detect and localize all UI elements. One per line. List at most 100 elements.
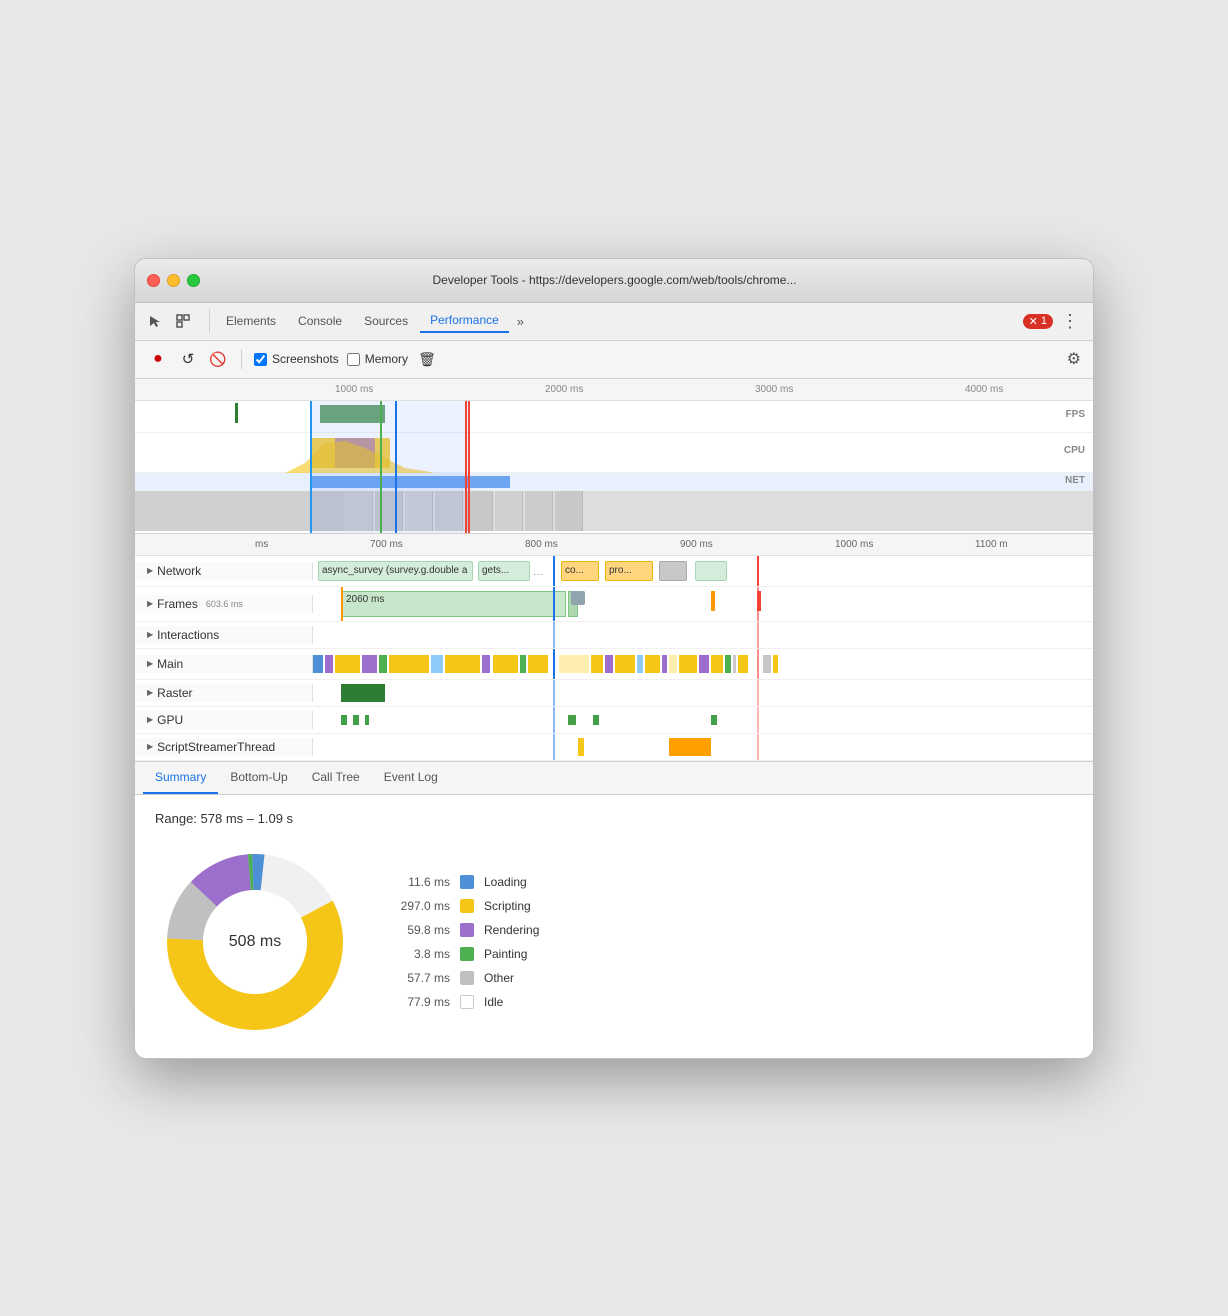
window-title: Developer Tools - https://developers.goo… bbox=[148, 273, 1081, 287]
gpu-bar-5 bbox=[593, 715, 599, 725]
raster-expand-icon: ▶ bbox=[147, 688, 153, 697]
legend-loading-label: Loading bbox=[484, 875, 527, 889]
raster-track-row: ▶ Raster bbox=[135, 680, 1093, 707]
screenshots-label: Screenshots bbox=[272, 352, 339, 366]
frames-expand-icon: ▶ bbox=[147, 599, 153, 608]
summary-content: 508 ms 11.6 ms Loading 297.0 ms Scriptin… bbox=[155, 842, 1073, 1042]
network-track-row: ▶ Network async_survey (survey.g.double … bbox=[135, 556, 1093, 587]
tab-bottom-up[interactable]: Bottom-Up bbox=[218, 762, 299, 794]
overview-ruler: 1000 ms 2000 ms 3000 ms 4000 ms bbox=[135, 379, 1093, 401]
selection-overlay[interactable] bbox=[310, 401, 470, 534]
main-track-content bbox=[313, 649, 1093, 679]
network-vline-red bbox=[757, 556, 759, 586]
frames-note: 603.6 ms bbox=[206, 599, 243, 609]
network-expand-icon: ▶ bbox=[147, 566, 153, 575]
legend-rendering-label: Rendering bbox=[484, 923, 539, 937]
script-label-text: ScriptStreamerThread bbox=[157, 740, 275, 754]
frames-vline-blue bbox=[553, 587, 555, 621]
gpu-track-content bbox=[313, 707, 1093, 733]
gpu-track-row: ▶ GPU bbox=[135, 707, 1093, 734]
settings-icon[interactable]: ⚙ bbox=[1067, 349, 1081, 369]
tab-elements[interactable]: Elements bbox=[216, 310, 286, 332]
raster-track-label[interactable]: ▶ Raster bbox=[135, 684, 313, 702]
cursor-icon[interactable] bbox=[143, 309, 167, 333]
fps-bar bbox=[235, 403, 238, 423]
tick-700: 700 ms bbox=[370, 539, 403, 550]
raster-vline-red bbox=[757, 680, 759, 706]
gpu-label-text: GPU bbox=[157, 713, 183, 727]
tab-console[interactable]: Console bbox=[288, 310, 352, 332]
gpu-track-label[interactable]: ▶ GPU bbox=[135, 711, 313, 729]
legend-rendering: 59.8 ms Rendering bbox=[395, 923, 539, 937]
timeline-overview[interactable]: 1000 ms 2000 ms 3000 ms 4000 ms FPS CPU bbox=[135, 379, 1093, 534]
legend-idle-color bbox=[460, 995, 474, 1009]
tab-summary[interactable]: Summary bbox=[143, 762, 218, 794]
reload-record-button[interactable]: ↺ bbox=[177, 348, 199, 370]
main-track-row: ▶ Main bbox=[135, 649, 1093, 680]
legend-other-color bbox=[460, 971, 474, 985]
frames-label-text: Frames bbox=[157, 597, 198, 611]
devtools-icon-group bbox=[143, 309, 195, 333]
legend-rendering-color bbox=[460, 923, 474, 937]
memory-toggle[interactable]: Memory bbox=[347, 352, 408, 366]
gpu-bar-4 bbox=[568, 715, 576, 725]
timeline-main: ms 700 ms 800 ms 900 ms 1000 ms 1100 m ▶… bbox=[135, 534, 1093, 762]
ruler-2000: 2000 ms bbox=[545, 384, 583, 395]
script-track-label[interactable]: ▶ ScriptStreamerThread bbox=[135, 738, 313, 756]
screenshot-track bbox=[135, 491, 1093, 531]
screenshots-toggle[interactable]: Screenshots bbox=[254, 352, 339, 366]
green-vline bbox=[380, 401, 382, 534]
legend-loading-color bbox=[460, 875, 474, 889]
network-bar-pro: pro... bbox=[605, 561, 653, 581]
network-bar-gets: gets... bbox=[478, 561, 530, 581]
interactions-track-label[interactable]: ▶ Interactions bbox=[135, 626, 313, 644]
donut-center-label: 508 ms bbox=[229, 933, 281, 951]
network-track-label[interactable]: ▶ Network bbox=[135, 562, 313, 580]
gpu-bar-2 bbox=[353, 715, 359, 725]
donut-chart: 508 ms bbox=[155, 842, 355, 1042]
legend-painting-ms: 3.8 ms bbox=[395, 947, 450, 961]
network-dots: ··· bbox=[533, 569, 543, 580]
frames-track-label[interactable]: ▶ Frames 603.6 ms bbox=[135, 595, 313, 613]
more-options-icon[interactable]: ⋮ bbox=[1055, 311, 1085, 332]
raster-vline-blue bbox=[553, 680, 555, 706]
legend-scripting-label: Scripting bbox=[484, 899, 531, 913]
interactions-vline-red bbox=[757, 622, 759, 648]
frames-track-row: ▶ Frames 603.6 ms 2060 ms bbox=[135, 587, 1093, 622]
range-text: Range: 578 ms – 1.09 s bbox=[155, 811, 1073, 826]
script-expand-icon: ▶ bbox=[147, 742, 153, 751]
tab-performance[interactable]: Performance bbox=[420, 309, 509, 333]
gpu-bar-6 bbox=[711, 715, 717, 725]
interactions-expand-icon: ▶ bbox=[147, 630, 153, 639]
tick-900: 900 ms bbox=[680, 539, 713, 550]
raster-label-text: Raster bbox=[157, 686, 192, 700]
record-button[interactable]: ● bbox=[147, 348, 169, 370]
memory-checkbox[interactable] bbox=[347, 353, 360, 366]
ruler-3000: 3000 ms bbox=[755, 384, 793, 395]
toolbar-divider-1 bbox=[241, 349, 242, 369]
tab-sources[interactable]: Sources bbox=[354, 310, 418, 332]
gpu-expand-icon: ▶ bbox=[147, 715, 153, 724]
script-bar-yellow-1 bbox=[578, 738, 584, 756]
clear-button[interactable]: 🚫 bbox=[207, 348, 229, 370]
screenshots-checkbox[interactable] bbox=[254, 353, 267, 366]
interactions-track-content bbox=[313, 622, 1093, 648]
legend-rendering-ms: 59.8 ms bbox=[395, 923, 450, 937]
tab-event-log[interactable]: Event Log bbox=[372, 762, 450, 794]
legend-painting-color bbox=[460, 947, 474, 961]
legend-other-ms: 57.7 ms bbox=[395, 971, 450, 985]
tab-divider-1 bbox=[209, 309, 210, 333]
tab-call-tree[interactable]: Call Tree bbox=[300, 762, 372, 794]
tab-more[interactable]: » bbox=[511, 314, 530, 329]
frames-screenshot-icon bbox=[571, 591, 585, 605]
network-bar-gray bbox=[659, 561, 687, 581]
gpu-bar-1 bbox=[341, 715, 347, 725]
error-x-icon: ✕ bbox=[1029, 315, 1038, 328]
script-track-row: ▶ ScriptStreamerThread bbox=[135, 734, 1093, 761]
trash-button[interactable]: 🗑 bbox=[416, 348, 438, 370]
network-vline-blue bbox=[553, 556, 555, 586]
inspect-icon[interactable] bbox=[171, 309, 195, 333]
script-vline-blue bbox=[553, 734, 555, 760]
tick-1000: 1000 ms bbox=[835, 539, 873, 550]
main-track-label[interactable]: ▶ Main bbox=[135, 655, 313, 673]
